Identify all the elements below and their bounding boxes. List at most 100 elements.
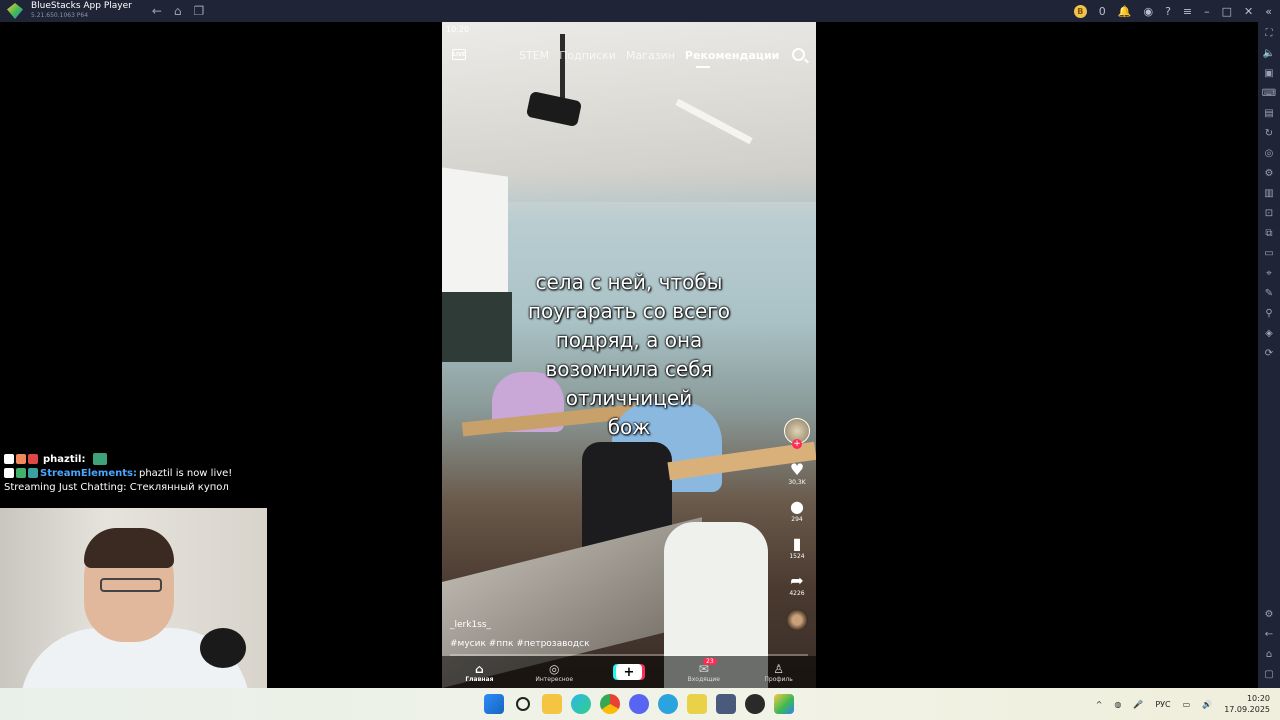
windows-start-icon[interactable] <box>484 694 504 714</box>
system-tray: ^ ◍ 🎤 РУС ▭ 🔊 10:20 17.09.2025 <box>1096 688 1270 720</box>
help-icon[interactable]: ? <box>1165 5 1171 18</box>
chevron-up-icon[interactable]: ^ <box>1096 700 1103 709</box>
caption-line: села с ней, чтобы <box>535 270 723 294</box>
android-home-icon[interactable]: ⌂ <box>1266 649 1272 660</box>
tiktok-video-screen[interactable]: 10:20 LIVE STEM Подписки Магазин Рекомен… <box>442 22 816 688</box>
notification-icon[interactable]: 🔔 <box>1118 5 1132 18</box>
tab-stem[interactable]: STEM <box>519 49 549 62</box>
like-count: 30,3K <box>788 479 806 486</box>
android-back-icon[interactable]: ← <box>1265 629 1273 640</box>
nav-profile[interactable]: ♙ Профиль <box>749 662 809 683</box>
menu-icon[interactable]: ≡ <box>1183 5 1192 18</box>
eco-mode-icon[interactable]: ✎ <box>1265 288 1273 299</box>
nav-discover[interactable]: ◎ Интересное <box>524 662 584 683</box>
chat-username: StreamElements: <box>40 467 137 479</box>
clock-date: 17.09.2025 <box>1224 705 1270 714</box>
live-icon[interactable]: LIVE <box>452 49 466 60</box>
nav-inbox[interactable]: ✉ Входящие <box>674 662 734 683</box>
comment-button[interactable]: ● 294 <box>790 498 804 524</box>
minimize-icon[interactable]: – <box>1204 5 1210 18</box>
chat-username: phaztil: <box>43 453 86 465</box>
music-disc-icon[interactable] <box>786 609 808 631</box>
collapse-sidebar-icon[interactable]: « <box>1265 5 1272 18</box>
shake-icon[interactable]: ⚲ <box>1265 308 1272 319</box>
save-button[interactable]: ▮ 1524 <box>789 534 804 561</box>
clock-time: 10:20 <box>1246 694 1270 703</box>
tab-recommendations[interactable]: Рекомендации <box>685 49 779 62</box>
file-explorer-icon[interactable] <box>542 694 562 714</box>
app-title-text: BlueStacks App Player <box>31 1 132 11</box>
multi-window-icon[interactable]: ⧉ <box>1265 228 1272 239</box>
microphone <box>200 628 246 668</box>
close-icon[interactable]: ✕ <box>1244 5 1253 18</box>
multi-instance-icon[interactable]: ❐ <box>194 4 205 18</box>
screenshot-icon[interactable]: ⊡ <box>1265 208 1273 219</box>
nav-label: Главная <box>465 675 494 683</box>
nav-label: Входящие <box>687 675 720 683</box>
tab-shop[interactable]: Магазин <box>626 49 675 62</box>
monitor-icon[interactable]: ▭ <box>1183 700 1191 709</box>
share-arrow-icon: ➦ <box>790 571 804 590</box>
action-column: + ♥ 30,3K ● 294 ▮ 1524 ➦ 4226 <box>782 418 812 631</box>
telegram-icon[interactable] <box>658 694 678 714</box>
camera-icon[interactable]: ◎ <box>1265 148 1274 159</box>
compass-icon: ◎ <box>548 661 560 676</box>
back-arrow-icon[interactable]: ← <box>152 4 162 18</box>
rotate-icon[interactable]: ↻ <box>1265 128 1273 139</box>
share-button[interactable]: ➦ 4226 <box>789 571 804 598</box>
fullscreen-icon[interactable]: ⛶ <box>1266 28 1273 39</box>
caption-line: бож <box>607 415 651 439</box>
bookmark-icon: ▮ <box>792 534 802 553</box>
creator-username[interactable]: _lerk1ss_ <box>450 620 491 630</box>
sync-icon[interactable]: ⟳ <box>1265 348 1273 359</box>
layers-icon[interactable]: ◈ <box>1265 328 1273 339</box>
chat-text: phaztil is now live! <box>138 467 233 479</box>
caption-line: поугарать со всего <box>527 299 731 323</box>
macro-icon[interactable]: ⚙ <box>1265 168 1274 179</box>
obs-icon[interactable] <box>745 694 765 714</box>
caption-line: возомнила себя <box>545 357 713 381</box>
keyboard-controls-icon[interactable]: ⌨ <box>1262 88 1276 99</box>
network-icon[interactable]: ◍ <box>1114 700 1121 709</box>
maximize-icon[interactable]: □ <box>1222 5 1232 18</box>
nav-home[interactable]: ⌂ Главная <box>449 662 509 683</box>
app-icon[interactable] <box>687 694 707 714</box>
speaker-icon[interactable]: 🔊 <box>1202 700 1212 709</box>
nav-label: Интересное <box>535 675 574 683</box>
location-icon[interactable]: ⌖ <box>1266 268 1272 279</box>
follow-plus-icon[interactable]: + <box>792 439 802 449</box>
recent-apps-icon[interactable]: ▢ <box>1264 669 1273 680</box>
chat-message: StreamElements: phaztil is now live! <box>4 466 236 480</box>
caption-line: подряд, а она <box>555 328 703 352</box>
stats-icon[interactable]: ▥ <box>1264 188 1273 199</box>
discord-icon[interactable] <box>629 694 649 714</box>
microphone-icon[interactable]: 🎤 <box>1133 700 1143 709</box>
status-time: 10:20 <box>446 25 470 34</box>
clock[interactable]: 10:20 17.09.2025 <box>1224 693 1270 715</box>
language-indicator[interactable]: РУС <box>1155 700 1170 709</box>
top-tabs: STEM Подписки Магазин Рекомендации <box>519 49 789 62</box>
streamer-glasses <box>100 578 162 592</box>
chrome-icon[interactable] <box>600 694 620 714</box>
nav-create[interactable]: + <box>599 664 659 680</box>
settings-icon[interactable]: ⚙ <box>1265 609 1274 620</box>
screen-record-icon[interactable]: ▣ <box>1264 68 1273 79</box>
bluestacks-taskbar-icon[interactable] <box>774 694 794 714</box>
tab-subscriptions[interactable]: Подписки <box>559 49 616 62</box>
coin-icon[interactable]: B <box>1073 4 1087 18</box>
search-icon[interactable] <box>792 48 805 61</box>
edge-icon[interactable] <box>571 694 591 714</box>
like-button[interactable]: ♥ 30,3K <box>788 461 806 487</box>
account-icon[interactable]: ◉ <box>1143 5 1153 18</box>
search-icon[interactable] <box>516 697 530 711</box>
apk-install-icon[interactable]: ▤ <box>1264 108 1273 119</box>
nav-label: Профиль <box>764 675 793 683</box>
app-icon[interactable] <box>716 694 736 714</box>
bottom-nav: ⌂ Главная ◎ Интересное + ✉ Входящие ♙ Пр… <box>442 656 816 688</box>
home-icon[interactable]: ⌂ <box>174 4 182 18</box>
caption-line: отличницей <box>565 386 693 410</box>
hashtags[interactable]: #мусик #ппк #петрозаводск <box>450 639 590 649</box>
media-folder-icon[interactable]: ▭ <box>1264 248 1273 259</box>
chat-message: phaztil: <box>4 452 236 466</box>
volume-icon[interactable]: 🔈 <box>1263 48 1275 59</box>
